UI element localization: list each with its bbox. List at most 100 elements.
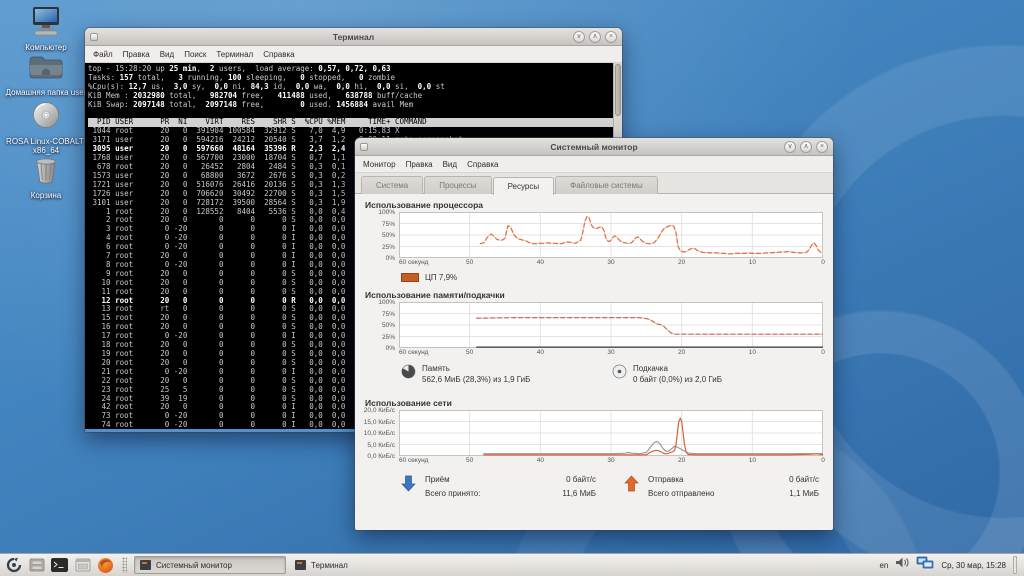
window-icon <box>75 558 91 572</box>
volume-icon[interactable] <box>895 556 909 574</box>
menu-item-3[interactable]: Поиск <box>179 48 211 61</box>
monitor-tabs: СистемаПроцессыРесурсыФайловые системы <box>355 173 833 194</box>
cpu-section: Использование процессора 100%75%50%25%0%… <box>365 196 823 284</box>
cpu-legend: ЦП 7,9% <box>401 271 823 284</box>
y-tick-label: 75% <box>382 311 395 318</box>
x-tick-label: 0 <box>821 259 825 266</box>
memory-chart-xaxis: 60 секунд50403020100 <box>399 348 823 358</box>
desktop-icon-trash[interactable]: Корзина <box>4 156 88 200</box>
tab-3[interactable]: Файловые системы <box>555 176 658 194</box>
menu-item-5[interactable]: Справка <box>258 48 299 61</box>
network-chart: 20,0 КиБ/с15,0 КиБ/с10,0 КиБ/с5,0 КиБ/с0… <box>365 410 823 466</box>
receive-label: Приём <box>425 475 556 484</box>
x-tick-label: 60 секунд <box>399 457 428 464</box>
menu-item-1[interactable]: Правка <box>118 48 155 61</box>
close-icon[interactable]: × <box>605 31 617 43</box>
maximize-icon[interactable]: ∧ <box>589 31 601 43</box>
network-chart-xaxis: 60 секунд50403020100 <box>399 456 823 466</box>
network-icon[interactable] <box>916 556 934 575</box>
y-tick-label: 0,0 КиБ/с <box>367 453 395 460</box>
y-tick-label: 100% <box>378 209 395 216</box>
desktop: Компьютер Домашняя папка user ROSA Linux… <box>0 0 1024 576</box>
menu-item-0[interactable]: Файл <box>88 48 118 61</box>
desktop-icon-label: ROSA Linux-COBALT-x86_64 <box>4 137 88 155</box>
desktop-icon-home-folder[interactable]: Домашняя папка user <box>4 54 88 97</box>
x-tick-label: 50 <box>466 349 473 356</box>
minimize-icon[interactable]: ∨ <box>784 141 796 153</box>
download-arrow-icon <box>401 475 419 497</box>
y-tick-label: 50% <box>382 322 395 329</box>
desktop-icon-rosa-disc[interactable]: ROSA Linux-COBALT-x86_64 <box>4 102 88 155</box>
memory-legend: Память 562,6 МиБ (28,3%) из 1,9 ГиБ <box>401 364 823 392</box>
menu-item-2[interactable]: Вид <box>155 48 179 61</box>
x-tick-label: 50 <box>466 457 473 464</box>
x-tick-label: 10 <box>749 259 756 266</box>
y-tick-label: 50% <box>382 232 395 239</box>
menu-item-4[interactable]: Терминал <box>211 48 258 61</box>
desktop-icon-label: Домашняя папка user <box>6 88 87 97</box>
trash-icon <box>32 156 60 189</box>
sent-total-value: 1,1 МиБ <box>789 489 819 498</box>
desktop-icon-label: Компьютер <box>25 43 66 52</box>
memory-section-title: Использование памяти/подкачки <box>365 290 823 300</box>
disc-icon <box>30 102 62 135</box>
tab-1[interactable]: Процессы <box>424 176 491 194</box>
show-desktop-button[interactable] <box>1013 556 1017 574</box>
swap-label: Подкачка <box>633 364 722 373</box>
cpu-legend-swatch <box>401 273 419 282</box>
tab-2[interactable]: Ресурсы <box>493 177 555 195</box>
terminal-titlebar[interactable]: Терминал ∨ ∧ × <box>85 28 622 46</box>
scrollbar-thumb[interactable] <box>615 64 621 116</box>
menu-item-3[interactable]: Справка <box>462 158 503 171</box>
desktop-icon-computer[interactable]: Компьютер <box>4 6 88 52</box>
file-manager-launcher[interactable] <box>27 556 46 575</box>
taskbar: Системный монитор Терминал en <box>0 553 1024 576</box>
terminal-launcher[interactable] <box>50 556 69 575</box>
send-label: Отправка <box>648 475 783 484</box>
system-monitor-task-icon <box>140 560 151 570</box>
x-tick-label: 30 <box>607 259 614 266</box>
x-tick-label: 10 <box>749 349 756 356</box>
receive-rate: 0 байт/с <box>562 475 596 484</box>
system-monitor-window: Системный монитор ∨ ∧ × МониторПравкаВид… <box>355 138 833 530</box>
send-rate: 0 байт/с <box>789 475 819 484</box>
memory-label: Память <box>422 364 530 373</box>
start-menu-button[interactable] <box>4 556 23 575</box>
taskbar-window-system-monitor[interactable]: Системный монитор <box>134 556 286 574</box>
memory-section: Использование памяти/подкачки 100% 75% 50%… <box>365 286 823 392</box>
clock[interactable]: Ср, 30 мар, 15:28 <box>941 561 1006 570</box>
computer-icon <box>28 6 64 41</box>
x-tick-label: 40 <box>537 259 544 266</box>
menu-item-2[interactable]: Вид <box>438 158 462 171</box>
maximize-icon[interactable]: ∧ <box>800 141 812 153</box>
taskbar-window-label: Системный монитор <box>156 561 232 570</box>
desktop-icon-label: Корзина <box>31 191 61 200</box>
taskbar-window-terminal[interactable]: Терминал <box>290 556 442 574</box>
y-tick-label: 25% <box>382 334 395 341</box>
keyboard-layout-indicator[interactable]: en <box>879 561 888 570</box>
monitor-window-title: Системный монитор <box>355 142 833 152</box>
system-tray: en Ср, 30 мар, 15:28 <box>879 556 1020 575</box>
firefox-icon <box>97 557 114 574</box>
memory-legend-item: Память 562,6 МиБ (28,3%) из 1,9 ГиБ <box>401 364 612 392</box>
x-tick-label: 20 <box>678 259 685 266</box>
monitor-titlebar[interactable]: Системный монитор ∨ ∧ × <box>355 138 833 156</box>
memory-chart-plot <box>399 302 823 348</box>
cpu-legend-label: ЦП 7,9% <box>425 273 457 282</box>
receive-legend-item: Приём 0 байт/с Всего принято: 11,6 МиБ <box>401 472 596 504</box>
close-icon[interactable]: × <box>816 141 828 153</box>
y-tick-label: 100% <box>378 299 395 306</box>
swap-value: 0 байт (0,0%) из 2,0 ГиБ <box>633 375 722 384</box>
x-tick-label: 10 <box>749 457 756 464</box>
memory-pie-icon <box>401 364 416 384</box>
firefox-launcher[interactable] <box>96 556 115 575</box>
screenshot-launcher[interactable] <box>73 556 92 575</box>
menu-item-1[interactable]: Правка <box>401 158 438 171</box>
menu-item-0[interactable]: Монитор <box>358 158 401 171</box>
minimize-icon[interactable]: ∨ <box>573 31 585 43</box>
memory-value: 562,6 МиБ (28,3%) из 1,9 ГиБ <box>422 375 530 384</box>
y-tick-label: 0% <box>386 255 395 262</box>
y-tick-label: 15,0 КиБ/с <box>364 419 395 426</box>
tab-0[interactable]: Система <box>361 176 423 194</box>
cpu-chart-plot <box>399 212 823 258</box>
